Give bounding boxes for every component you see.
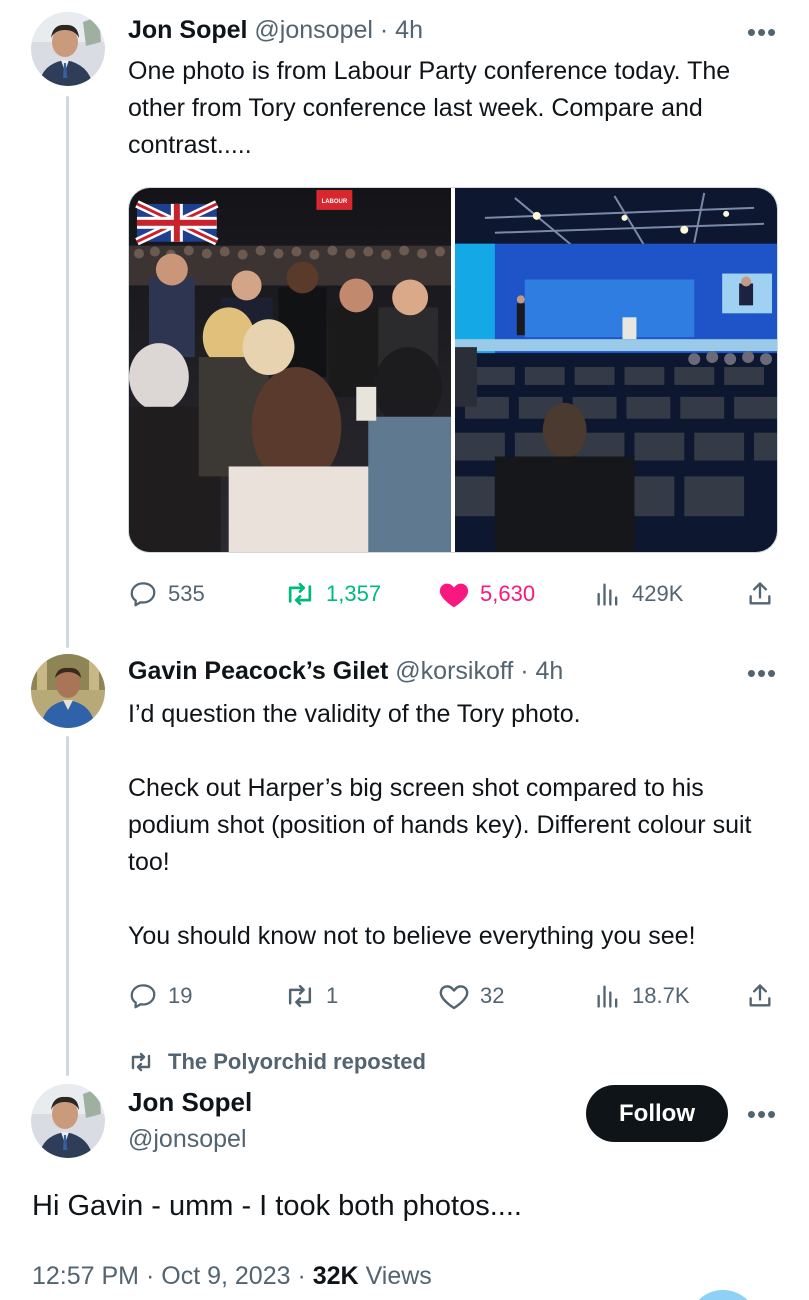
repost-button[interactable]: 1 xyxy=(284,976,338,1016)
tweet-1-actions: 535 1,357 5,630 429K xyxy=(128,574,778,614)
separator-dot: · xyxy=(297,1262,306,1290)
share-button[interactable] xyxy=(746,976,774,1016)
author-handle[interactable]: @korsikoff xyxy=(395,657,513,685)
share-button[interactable] xyxy=(746,574,774,614)
more-options-icon[interactable]: ••• xyxy=(742,1098,782,1130)
bar-chart-icon xyxy=(597,985,618,1008)
views-label: Views xyxy=(365,1262,432,1290)
author-handle[interactable]: @jonsopel xyxy=(254,16,373,44)
thread-line-2 xyxy=(66,736,69,1076)
speech-bubble-icon xyxy=(130,582,156,607)
thread-line-1 xyxy=(66,96,69,648)
tweet-paragraph: Check out Harper’s big screen shot compa… xyxy=(128,774,752,876)
photo-tory-conference[interactable] xyxy=(455,188,777,552)
avatar-gavin-peacocks-gilet[interactable] xyxy=(31,654,105,728)
views-count: 429K xyxy=(632,581,684,606)
tweet-1-text: One photo is from Labour Party conferenc… xyxy=(128,53,788,164)
main-tweet-text: Hi Gavin - umm - I took both photos.... xyxy=(32,1190,522,1222)
tweet-paragraph: I’d question the validity of the Tory ph… xyxy=(128,700,581,728)
repost-button[interactable]: 1,357 xyxy=(284,574,381,614)
tweet-1-media: LABOUR xyxy=(128,187,778,553)
like-count: 5,630 xyxy=(480,581,536,606)
author-handle[interactable]: @jonsopel xyxy=(128,1122,247,1156)
tweet-2-header: Gavin Peacock’s Gilet @korsikoff · 4h xyxy=(128,655,563,687)
author-name[interactable]: Gavin Peacock’s Gilet xyxy=(128,657,388,685)
more-options-icon[interactable]: ••• xyxy=(742,657,782,689)
heart-icon xyxy=(439,985,469,1010)
heart-icon xyxy=(439,583,469,608)
author-name[interactable]: Jon Sopel xyxy=(128,16,247,44)
reposted-by-label: The Polyorchid reposted xyxy=(168,1049,426,1074)
repost-count: 1,357 xyxy=(326,581,382,606)
bar-chart-icon xyxy=(597,583,618,606)
share-upload-icon xyxy=(749,582,771,605)
tweet-meta: 12:57 PM · Oct 9, 2023 · 32K Views xyxy=(32,1258,432,1294)
share-upload-icon xyxy=(749,984,771,1007)
repost-arrows-icon xyxy=(288,984,312,1008)
tweet-2-actions: 19 1 32 18.7K xyxy=(128,976,778,1016)
separator-dot: · xyxy=(379,16,389,44)
reply-button[interactable]: 19 xyxy=(128,976,192,1016)
tweet-date[interactable]: Oct 9, 2023 xyxy=(161,1262,290,1290)
author-name[interactable]: Jon Sopel xyxy=(128,1085,252,1119)
views-count[interactable]: 32K xyxy=(313,1262,359,1290)
compose-fab[interactable] xyxy=(688,1290,758,1300)
reposted-by-row[interactable]: The Polyorchid reposted xyxy=(128,1046,426,1078)
tweet-1-header: Jon Sopel @jonsopel · 4h xyxy=(128,14,423,46)
photo-labour-conference[interactable]: LABOUR xyxy=(129,188,451,552)
avatar-jon-sopel[interactable] xyxy=(31,12,105,86)
banner-text: LABOUR xyxy=(322,199,348,205)
speech-bubble-icon xyxy=(130,984,156,1009)
reply-count: 535 xyxy=(168,581,205,606)
reply-count: 19 xyxy=(168,983,193,1008)
repost-arrows-icon xyxy=(131,1052,151,1072)
tweet-2-text: I’d question the validity of the Tory ph… xyxy=(128,696,788,955)
views-button[interactable]: 429K xyxy=(594,574,683,614)
avatar-jon-sopel[interactable] xyxy=(31,1084,105,1158)
follow-button[interactable]: Follow xyxy=(586,1085,728,1142)
views-count: 18.7K xyxy=(632,983,690,1008)
like-count: 32 xyxy=(480,983,505,1008)
tweet-text: One photo is from Labour Party conferenc… xyxy=(128,57,731,159)
separator-dot: · xyxy=(520,657,529,685)
repost-count: 1 xyxy=(326,983,339,1008)
reply-button[interactable]: 535 xyxy=(128,574,205,614)
views-button[interactable]: 18.7K xyxy=(594,976,690,1016)
repost-arrows-icon xyxy=(288,582,312,606)
tweet-time[interactable]: 4h xyxy=(395,16,423,44)
separator-dot: · xyxy=(145,1262,155,1290)
like-button[interactable]: 5,630 xyxy=(438,574,535,614)
more-options-icon[interactable]: ••• xyxy=(742,16,782,48)
tweet-time[interactable]: 4h xyxy=(536,657,564,685)
tweet-paragraph: You should know not to believe everythin… xyxy=(128,922,696,950)
like-button[interactable]: 32 xyxy=(438,976,504,1016)
tweet-time[interactable]: 12:57 PM xyxy=(32,1262,139,1290)
